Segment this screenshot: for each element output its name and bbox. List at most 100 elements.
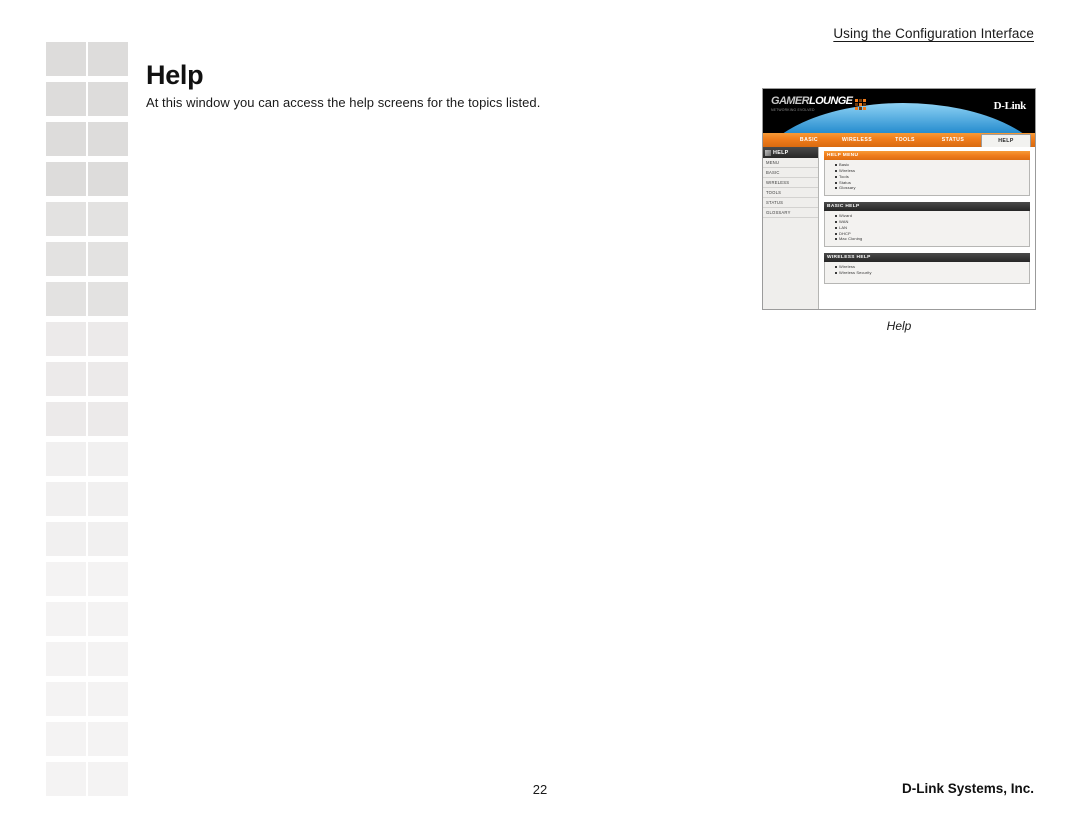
intro-paragraph: At this window you can access the help s… [146, 95, 541, 110]
sidebar-header: HELP [763, 147, 818, 158]
deco-block [88, 202, 128, 236]
list-item[interactable]: Tools [835, 173, 1026, 180]
deco-block [46, 322, 86, 356]
deco-block [88, 602, 128, 636]
list-item[interactable]: Status [835, 180, 1026, 185]
logo-subtitle: NETWORKING EVOLVED [771, 108, 815, 112]
deco-block [88, 242, 128, 276]
panel-body-wireless-help: Wireless Wireless Security [824, 261, 1030, 284]
logo-dot-grid-icon [855, 98, 867, 110]
deco-block [46, 482, 86, 516]
sidebar-title: HELP [773, 149, 789, 156]
deco-block [88, 562, 128, 596]
list-item[interactable]: Wizard [835, 214, 1026, 219]
deco-block [46, 642, 86, 676]
sidebar-filler [763, 218, 818, 309]
panel-title-wireless-help: WIRELESS HELP [824, 252, 1030, 262]
panel-help-menu: HELP MENU Basic Wireless Tools Status Gl… [824, 151, 1030, 196]
list-item[interactable]: Basic [835, 163, 1026, 168]
deco-block [88, 442, 128, 476]
sidebar-item-tools[interactable]: TOOLS [763, 188, 818, 198]
router-sidebar: HELP MENU BASIC WIRELESS TOOLS STATUS GL… [763, 147, 819, 309]
dlink-logo: D-Link [993, 100, 1027, 112]
figure-caption: Help [886, 319, 912, 333]
list-item[interactable]: DHCP [835, 231, 1026, 236]
router-banner: GAMERLOUNGE NETWORKING EVOLVED D-Link [763, 89, 1035, 133]
nav-tab-status[interactable]: STATUS [929, 133, 977, 147]
bullet-icon [835, 187, 837, 190]
list-item-label: Wireless [839, 264, 856, 270]
bullet-icon [835, 226, 837, 229]
deco-block [46, 282, 86, 316]
deco-block [88, 682, 128, 716]
list-item[interactable]: Wireless [835, 265, 1026, 270]
figure: GAMERLOUNGE NETWORKING EVOLVED D-Link BA… [762, 88, 1036, 333]
deco-block [46, 202, 86, 236]
list-item[interactable]: WAN [835, 219, 1026, 225]
list-item[interactable]: Wireless Security [835, 269, 1026, 276]
bullet-icon [835, 164, 837, 167]
deco-block [88, 282, 128, 316]
panel-body-help-menu: Basic Wireless Tools Status Glossary [824, 160, 1030, 196]
nav-tab-wireless[interactable]: WIRELESS [833, 133, 881, 147]
deco-block [46, 722, 86, 756]
deco-block [46, 562, 86, 596]
deco-block [46, 402, 86, 436]
footer-company-name: D-Link Systems, Inc. [901, 781, 1034, 796]
panel-basic-help: BASIC HELP Wizard WAN LAN DHCP Mac Cloni… [824, 201, 1030, 247]
deco-block [46, 82, 86, 116]
deco-block [46, 362, 86, 396]
list-item[interactable]: Glossary [835, 186, 1026, 191]
list-item-label: Mac Cloning [839, 236, 863, 242]
deco-block [46, 602, 86, 636]
deco-block [88, 722, 128, 756]
deco-block [88, 322, 128, 356]
logo-word-gamer: GAMER [771, 95, 810, 107]
deco-block [46, 522, 86, 556]
router-nav-bar: BASIC WIRELESS TOOLS STATUS HELP [763, 133, 1035, 147]
help-badge-icon [765, 149, 771, 156]
logo-word-lounge: LOUNGE [808, 95, 853, 107]
router-config-screenshot: GAMERLOUNGE NETWORKING EVOLVED D-Link BA… [762, 88, 1036, 310]
router-body: HELP MENU BASIC WIRELESS TOOLS STATUS GL… [763, 147, 1035, 309]
list-item-label: Wireless Security [839, 269, 872, 275]
bullet-icon [835, 175, 837, 178]
panel-wireless-help: WIRELESS HELP Wireless Wireless Security [824, 252, 1030, 284]
sidebar-item-status[interactable]: STATUS [763, 198, 818, 208]
sidebar-item-wireless[interactable]: WIRELESS [763, 178, 818, 188]
gamerlounge-logo: GAMERLOUNGE NETWORKING EVOLVED [771, 95, 867, 112]
list-item-label: Wireless [839, 168, 856, 174]
panel-body-basic-help: Wizard WAN LAN DHCP Mac Cloning [824, 210, 1030, 247]
nav-tab-basic[interactable]: BASIC [785, 133, 833, 147]
decorative-block-column [46, 42, 130, 810]
deco-block [88, 402, 128, 436]
list-item-label: Glossary [839, 185, 856, 191]
deco-block [88, 122, 128, 156]
bullet-icon [835, 266, 837, 269]
deco-block [88, 362, 128, 396]
deco-block [88, 642, 128, 676]
bullet-icon [835, 181, 837, 184]
deco-block [46, 162, 86, 196]
bullet-icon [835, 232, 837, 235]
nav-tab-help[interactable]: HELP [981, 134, 1031, 147]
deco-block [88, 162, 128, 196]
list-item[interactable]: Wireless [835, 169, 1026, 174]
deco-block [88, 482, 128, 516]
panel-title-basic-help: BASIC HELP [824, 201, 1030, 211]
list-item-label: DHCP [839, 230, 851, 236]
deco-block [88, 82, 128, 116]
bullet-icon [835, 215, 837, 218]
list-item[interactable]: Mac Cloning [835, 237, 1026, 242]
deco-block [88, 522, 128, 556]
list-item-label: LAN [839, 224, 848, 230]
list-item-label: Tools [839, 173, 849, 179]
list-item[interactable]: LAN [835, 225, 1026, 230]
sidebar-item-menu[interactable]: MENU [763, 158, 818, 168]
deco-block [46, 682, 86, 716]
sidebar-item-basic[interactable]: BASIC [763, 168, 818, 178]
deco-block [88, 42, 128, 76]
nav-tab-tools[interactable]: TOOLS [881, 133, 929, 147]
router-main-content: HELP MENU Basic Wireless Tools Status Gl… [819, 147, 1035, 309]
sidebar-item-glossary[interactable]: GLOSSARY [763, 208, 818, 218]
